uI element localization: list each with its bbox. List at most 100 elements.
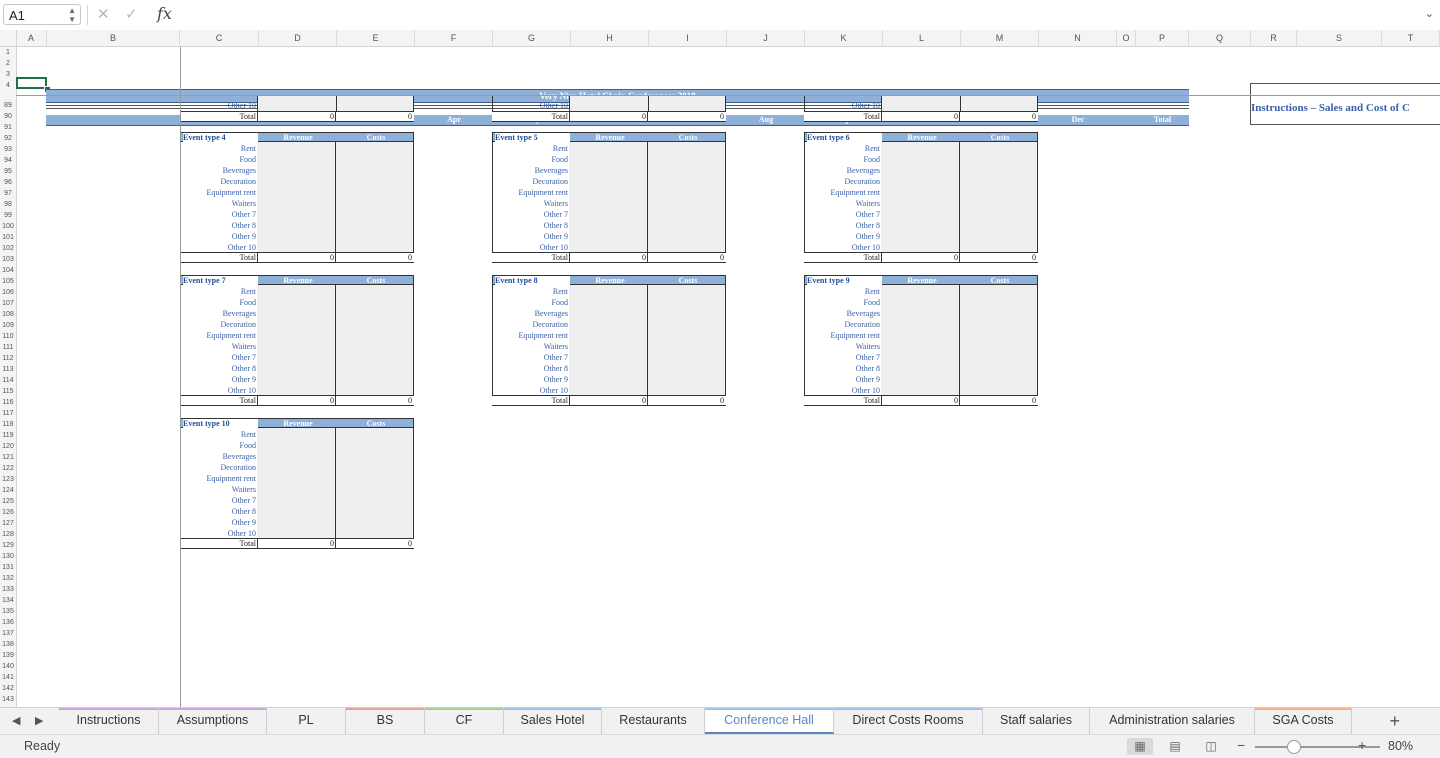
row-header[interactable]: 2 <box>0 60 16 67</box>
row-header[interactable]: 109 <box>0 322 16 329</box>
revenue-total[interactable]: 0 <box>258 396 334 406</box>
revenue-total[interactable]: 0 <box>570 112 646 122</box>
row-header[interactable]: 89 <box>0 102 16 109</box>
row-header[interactable]: 127 <box>0 520 16 527</box>
formula-input[interactable] <box>180 4 1430 26</box>
row-header[interactable]: 143 <box>0 696 16 703</box>
page-break-icon[interactable]: ◫ <box>1198 738 1224 755</box>
row-header[interactable]: 135 <box>0 608 16 615</box>
row-header[interactable]: 125 <box>0 498 16 505</box>
sheet-tab[interactable]: Instructions <box>59 708 159 734</box>
row-header[interactable]: 95 <box>0 168 16 175</box>
row-header[interactable]: 114 <box>0 377 16 384</box>
row-header[interactable]: 128 <box>0 531 16 538</box>
column-header[interactable]: N <box>1039 30 1117 46</box>
sheet-tab[interactable]: PL <box>267 708 346 734</box>
column-header[interactable]: T <box>1382 30 1440 46</box>
right-arrow-icon[interactable]: ▶ <box>35 714 43 727</box>
zoom-slider-thumb[interactable] <box>1287 740 1301 754</box>
costs-total[interactable]: 0 <box>336 112 412 122</box>
column-header[interactable]: S <box>1297 30 1382 46</box>
sheet-tab[interactable]: Conference Hall <box>705 708 834 734</box>
column-header[interactable]: F <box>415 30 493 46</box>
sheet-tab[interactable]: CF <box>425 708 504 734</box>
revenue-total[interactable]: 0 <box>258 253 334 263</box>
row-header[interactable]: 107 <box>0 300 16 307</box>
row-header[interactable]: 3 <box>0 71 16 78</box>
row-header[interactable]: 94 <box>0 157 16 164</box>
row-header[interactable]: 120 <box>0 443 16 450</box>
costs-total[interactable]: 0 <box>960 112 1036 122</box>
row-header[interactable]: 101 <box>0 234 16 241</box>
zoom-out-icon[interactable]: − <box>1237 737 1245 753</box>
normal-view-icon[interactable]: ▦ <box>1127 738 1153 755</box>
zoom-in-icon[interactable]: + <box>1358 737 1366 753</box>
revenue-total[interactable]: 0 <box>258 539 334 549</box>
row-header[interactable]: 119 <box>0 432 16 439</box>
sheet-tab[interactable]: Sales Hotel <box>504 708 602 734</box>
row-header[interactable]: 99 <box>0 212 16 219</box>
revenue-total[interactable]: 0 <box>882 253 958 263</box>
column-header[interactable]: D <box>259 30 337 46</box>
costs-total[interactable]: 0 <box>960 253 1036 263</box>
row-header[interactable]: 136 <box>0 619 16 626</box>
sheet-tab[interactable]: BS <box>346 708 425 734</box>
revenue-total[interactable]: 0 <box>882 396 958 406</box>
row-header[interactable]: 102 <box>0 245 16 252</box>
row-header[interactable]: 133 <box>0 586 16 593</box>
row-header[interactable]: 104 <box>0 267 16 274</box>
sheet-tab[interactable]: Direct Costs Rooms <box>834 708 983 734</box>
row-header[interactable]: 137 <box>0 630 16 637</box>
row-header[interactable]: 116 <box>0 399 16 406</box>
row-header[interactable]: 123 <box>0 476 16 483</box>
column-header[interactable]: P <box>1136 30 1189 46</box>
sheet-tab[interactable]: Assumptions <box>159 708 267 734</box>
row-header[interactable]: 113 <box>0 366 16 373</box>
row-header[interactable]: 103 <box>0 256 16 263</box>
costs-total[interactable]: 0 <box>960 396 1036 406</box>
column-header[interactable]: G <box>493 30 571 46</box>
column-header[interactable]: C <box>180 30 259 46</box>
costs-total[interactable]: 0 <box>336 253 412 263</box>
row-header[interactable]: 142 <box>0 685 16 692</box>
page-layout-icon[interactable]: ▤ <box>1162 738 1188 755</box>
row-header[interactable]: 105 <box>0 278 16 285</box>
sheet-tab[interactable]: Administration salaries <box>1090 708 1255 734</box>
column-header[interactable]: M <box>961 30 1039 46</box>
column-header[interactable]: I <box>649 30 727 46</box>
column-header[interactable]: H <box>571 30 649 46</box>
row-header[interactable]: 4 <box>0 82 16 89</box>
row-header[interactable]: 112 <box>0 355 16 362</box>
row-header[interactable]: 92 <box>0 135 16 142</box>
row-header[interactable]: 141 <box>0 674 16 681</box>
column-header[interactable]: O <box>1117 30 1136 46</box>
revenue-total[interactable]: 0 <box>570 253 646 263</box>
row-header[interactable]: 91 <box>0 124 16 131</box>
column-header[interactable]: L <box>883 30 961 46</box>
row-header[interactable]: 108 <box>0 311 16 318</box>
costs-total[interactable]: 0 <box>336 396 412 406</box>
spreadsheet-grid[interactable]: ABCDEFGHIJKLMNOPQRST 1 2 3 4 89 90 91 92 93 94 95 9… <box>0 30 1440 707</box>
sheet-tab[interactable]: Staff salaries <box>983 708 1090 734</box>
row-header[interactable]: 124 <box>0 487 16 494</box>
name-box[interactable]: A1 ▲ ▼ <box>3 4 81 25</box>
column-header[interactable]: J <box>727 30 805 46</box>
row-header[interactable]: 96 <box>0 179 16 186</box>
costs-total[interactable]: 0 <box>648 253 724 263</box>
costs-total[interactable]: 0 <box>648 112 724 122</box>
close-icon[interactable]: ✕ <box>97 5 110 23</box>
column-header[interactable]: A <box>16 30 47 46</box>
row-header[interactable]: 130 <box>0 553 16 560</box>
row-header[interactable]: 126 <box>0 509 16 516</box>
selected-cell[interactable] <box>16 77 47 89</box>
column-header[interactable]: E <box>337 30 415 46</box>
row-header[interactable]: 90 <box>0 113 16 120</box>
function-icon[interactable]: fx <box>157 4 172 23</box>
row-header[interactable]: 93 <box>0 146 16 153</box>
row-header[interactable]: 122 <box>0 465 16 472</box>
name-box-dropdown-icon[interactable]: ▲ ▼ <box>68 6 76 24</box>
costs-total[interactable]: 0 <box>648 396 724 406</box>
row-header[interactable]: 117 <box>0 410 16 417</box>
row-header[interactable]: 98 <box>0 201 16 208</box>
column-header[interactable]: Q <box>1189 30 1251 46</box>
